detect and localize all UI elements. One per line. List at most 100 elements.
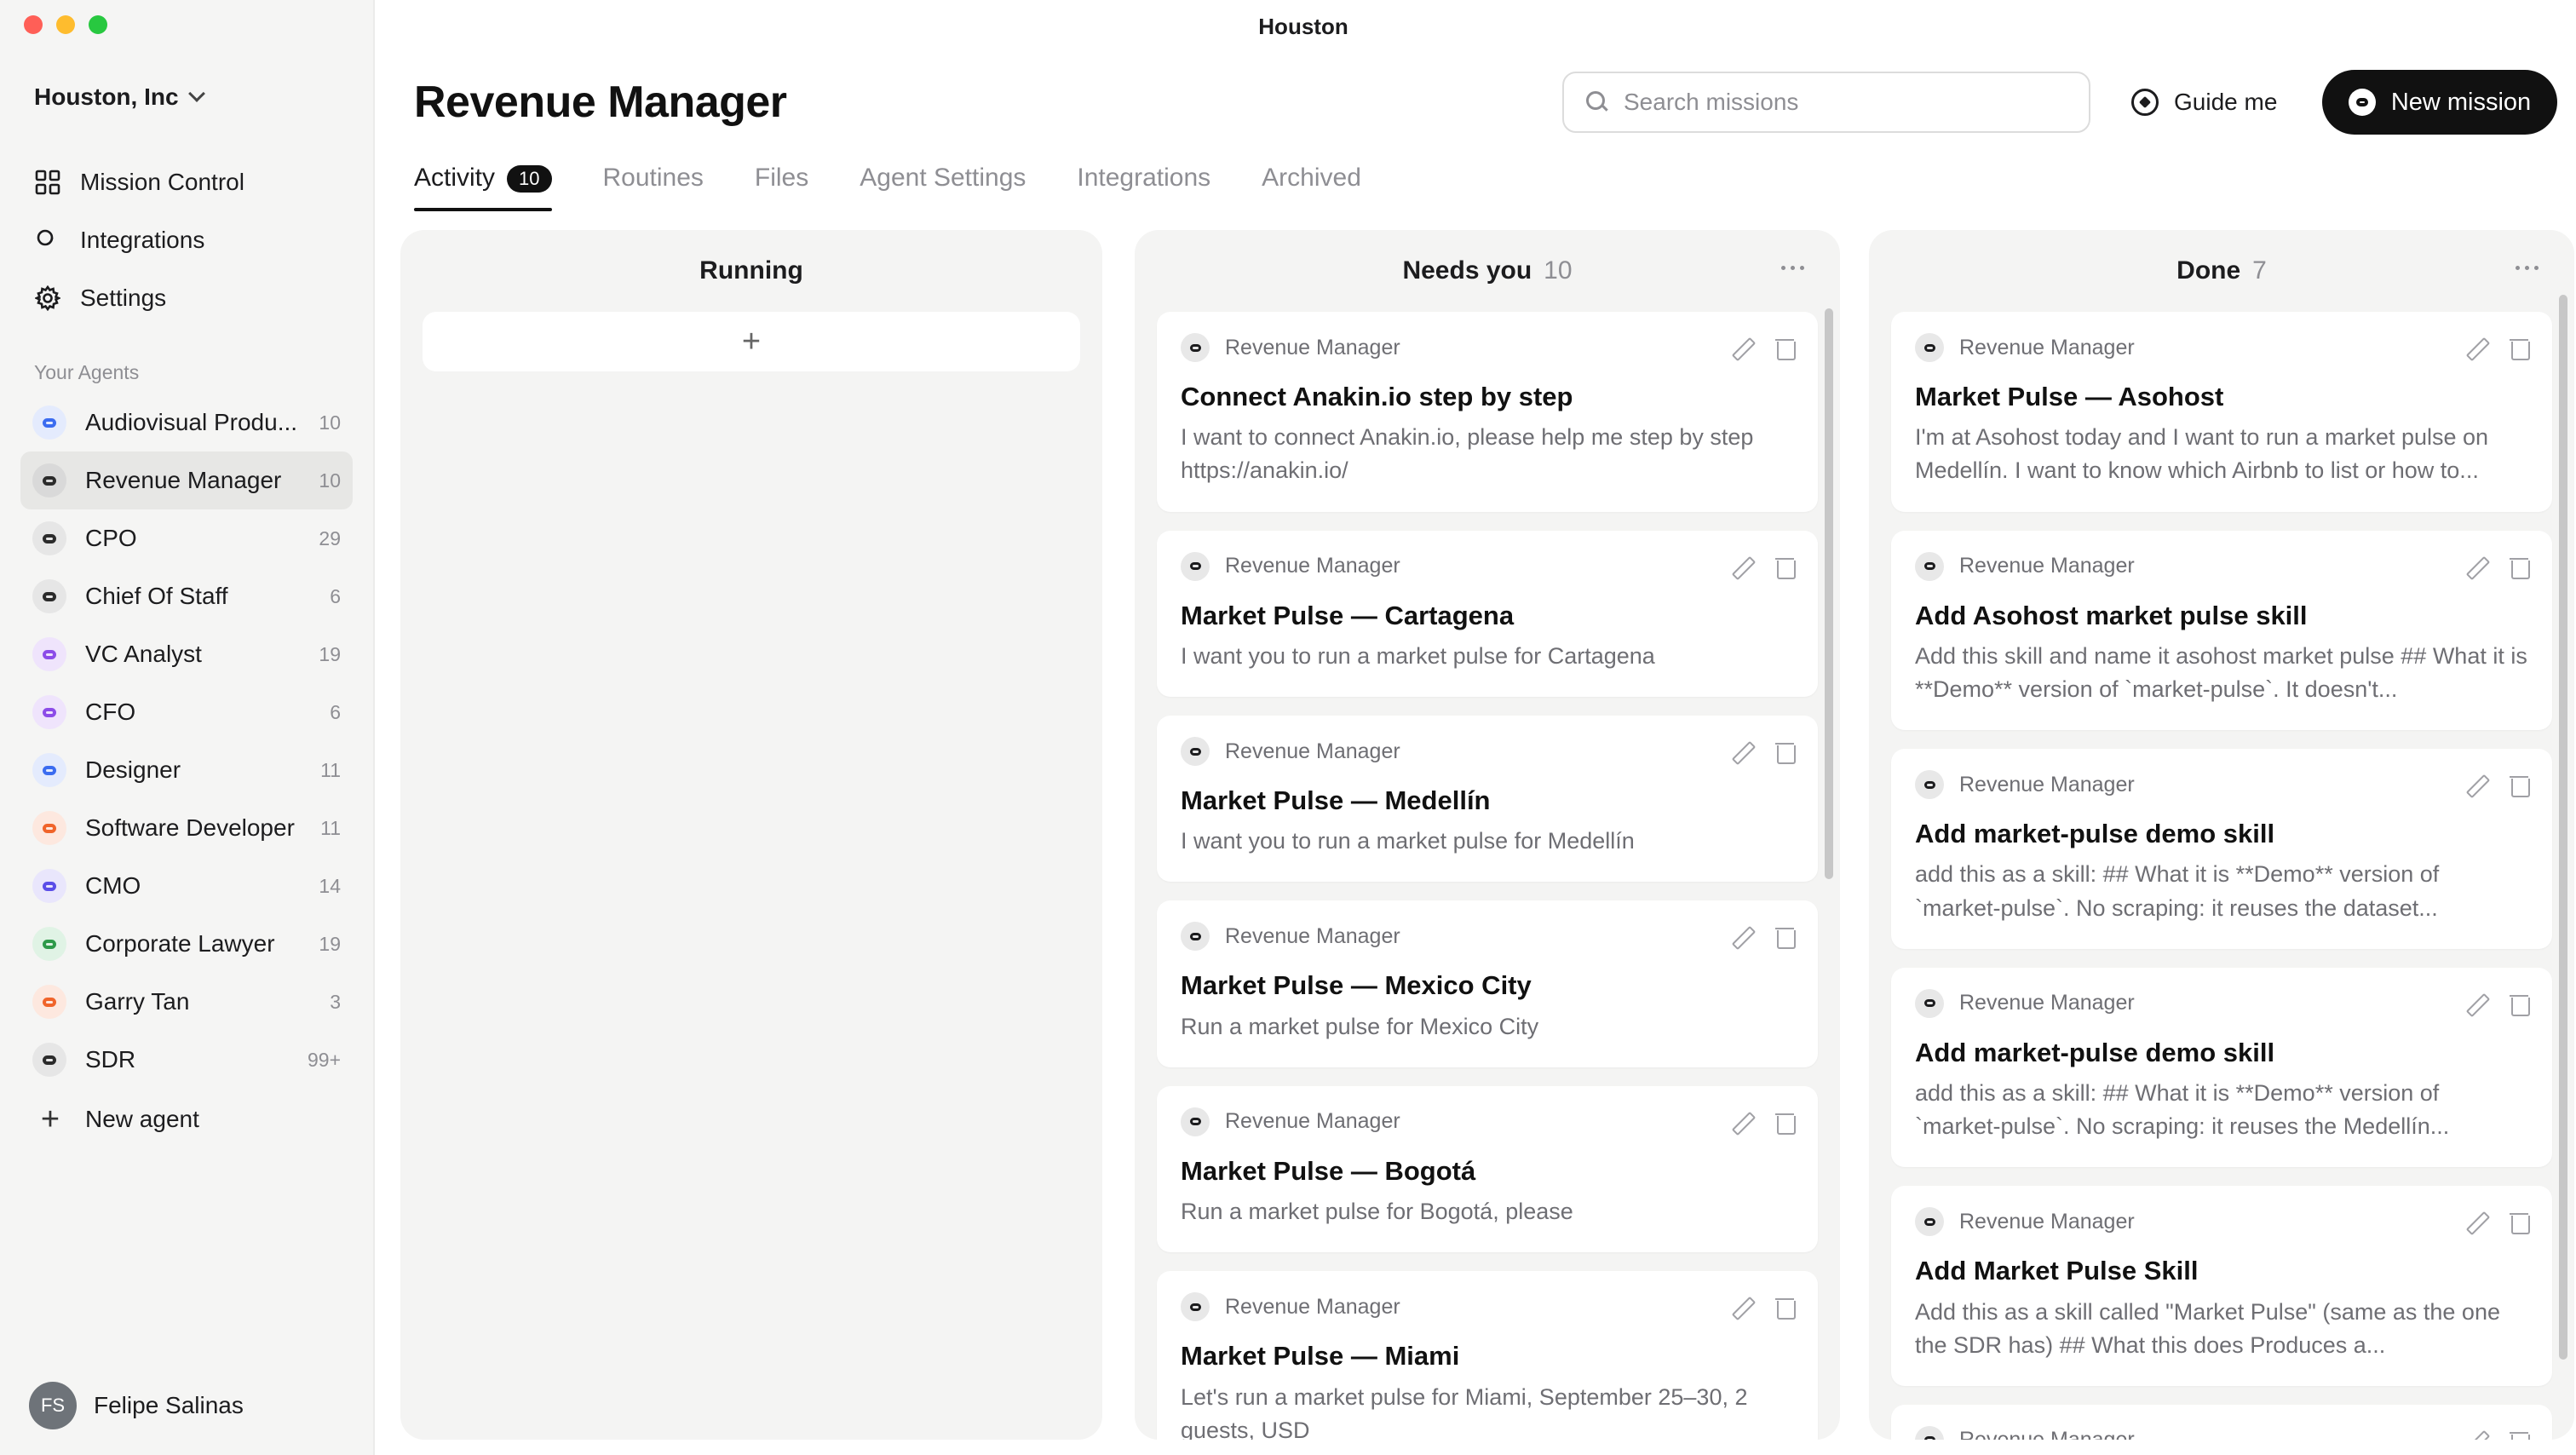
trash-icon[interactable] xyxy=(2510,1211,2530,1235)
trash-icon[interactable] xyxy=(2510,555,2530,579)
edit-icon[interactable] xyxy=(2465,336,2487,359)
mission-card[interactable]: Revenue Manager Add Asohost market pulse … xyxy=(1891,530,2552,731)
tab-integrations[interactable]: Integrations xyxy=(1077,164,1210,211)
agent-item[interactable]: VC Analyst 19 xyxy=(20,625,353,683)
card-description: Add this skill and name it asohost marke… xyxy=(1915,642,2527,703)
trash-icon[interactable] xyxy=(1775,336,1796,360)
card-title: Market Pulse — Bogotá xyxy=(1181,1155,1476,1186)
edit-icon[interactable] xyxy=(2465,774,2487,796)
agent-item[interactable]: CFO 6 xyxy=(20,683,353,741)
mission-card[interactable]: Revenue Manager Market Pulse — Mexico Cit… xyxy=(1157,900,1818,1067)
edit-icon[interactable] xyxy=(2465,1429,2487,1440)
search-input[interactable] xyxy=(1624,89,2067,116)
agent-item[interactable]: SDR 99+ xyxy=(20,1031,353,1089)
edit-icon[interactable] xyxy=(1731,1296,1753,1318)
agent-name: Designer xyxy=(85,756,181,783)
agent-name: CFO xyxy=(85,699,136,725)
column-count: 7 xyxy=(2252,256,2267,285)
tab-archived[interactable]: Archived xyxy=(1262,164,1361,211)
minimize-window-button[interactable] xyxy=(56,15,75,34)
search-box[interactable] xyxy=(1562,72,2090,133)
mission-card[interactable]: Revenue Manager xyxy=(1891,1404,2552,1440)
main-nav: Mission Control Integrations Settings xyxy=(20,153,353,327)
card-agent-name: Revenue Manager xyxy=(1959,772,2135,797)
agent-icon xyxy=(1915,1425,1944,1440)
tab-routines[interactable]: Routines xyxy=(603,164,704,211)
edit-icon[interactable] xyxy=(1731,336,1753,359)
trash-icon[interactable] xyxy=(1775,740,1796,765)
user-profile[interactable]: FS Felipe Salinas xyxy=(29,1382,244,1429)
add-mission-button[interactable]: + xyxy=(423,312,1080,371)
guide-me-button[interactable]: Guide me xyxy=(2118,72,2291,133)
card-agent-name: Revenue Manager xyxy=(1959,1209,2135,1234)
new-mission-button[interactable]: New mission xyxy=(2322,70,2557,135)
edit-icon[interactable] xyxy=(2465,555,2487,578)
nav-item-settings[interactable]: Settings xyxy=(20,269,353,327)
agent-item[interactable]: Chief Of Staff 6 xyxy=(20,567,353,625)
edit-icon[interactable] xyxy=(1731,555,1753,578)
mission-card[interactable]: Revenue Manager Market Pulse — Asohost I'm… xyxy=(1891,312,2552,512)
mission-card[interactable]: Revenue Manager Market Pulse — Bogotá Run … xyxy=(1157,1085,1818,1253)
agent-icon xyxy=(1915,1207,1944,1237)
agents-section-label: Your Agents xyxy=(34,361,140,383)
edit-icon[interactable] xyxy=(1731,925,1753,947)
agent-icon xyxy=(32,1043,66,1077)
tab-activity[interactable]: Activity 10 xyxy=(414,164,552,211)
scrollbar[interactable] xyxy=(2559,295,2567,1360)
scrollbar[interactable] xyxy=(1825,308,1833,879)
trash-icon[interactable] xyxy=(1775,925,1796,950)
more-options-icon[interactable] xyxy=(2516,266,2539,270)
agent-item[interactable]: Software Developer 11 xyxy=(20,799,353,857)
close-window-button[interactable] xyxy=(24,15,43,34)
column-title: Needs you xyxy=(1402,256,1532,285)
tab-agent-settings[interactable]: Agent Settings xyxy=(860,164,1026,211)
mission-card[interactable]: Revenue Manager Market Pulse — Miami Let's… xyxy=(1157,1271,1818,1440)
edit-icon[interactable] xyxy=(2465,1211,2487,1233)
tab-files[interactable]: Files xyxy=(755,164,808,211)
trash-icon[interactable] xyxy=(2510,774,2530,798)
card-meta: Revenue Manager xyxy=(1181,1107,1796,1137)
card-meta: Revenue Manager xyxy=(1915,769,2530,800)
card-agent-name: Revenue Manager xyxy=(1225,1294,1400,1319)
trash-icon[interactable] xyxy=(1775,1296,1796,1320)
workspace-switcher[interactable]: Houston, Inc xyxy=(34,83,205,111)
agent-name: Software Developer xyxy=(85,814,295,841)
edit-icon[interactable] xyxy=(2465,992,2487,1015)
agent-count: 99+ xyxy=(307,1048,341,1071)
zoom-window-button[interactable] xyxy=(89,15,107,34)
new-agent-button[interactable]: + New agent xyxy=(20,1089,353,1150)
mission-card[interactable]: Revenue Manager Market Pulse — Cartagena I… xyxy=(1157,530,1818,698)
agent-item[interactable]: Garry Tan 3 xyxy=(20,973,353,1031)
mission-card[interactable]: Revenue Manager Market Pulse — Medellín I … xyxy=(1157,716,1818,883)
mission-card[interactable]: Revenue Manager Add Market Pulse Skill Add… xyxy=(1891,1186,2552,1386)
column-running: Running + xyxy=(400,230,1102,1440)
mission-card[interactable]: Revenue Manager Add market-pulse demo ski… xyxy=(1891,749,2552,949)
agent-item[interactable]: Revenue Manager 10 xyxy=(20,451,353,509)
edit-icon[interactable] xyxy=(1731,1111,1753,1133)
agent-item[interactable]: CMO 14 xyxy=(20,857,353,915)
card-title: Market Pulse — Mexico City xyxy=(1181,970,1532,1001)
card-agent-name: Revenue Manager xyxy=(1225,739,1400,763)
card-description: I'm at Asohost today and I want to run a… xyxy=(1915,424,2489,484)
trash-icon[interactable] xyxy=(1775,1111,1796,1135)
trash-icon[interactable] xyxy=(2510,336,2530,360)
edit-icon[interactable] xyxy=(1731,740,1753,762)
agent-item[interactable]: Designer 11 xyxy=(20,741,353,799)
agent-list: Audiovisual Produ... 10 Revenue Manager 10 C… xyxy=(20,394,353,1150)
agent-name: Chief Of Staff xyxy=(85,583,228,609)
nav-item-integrations[interactable]: Integrations xyxy=(20,211,353,269)
gear-icon xyxy=(34,285,61,312)
agent-item[interactable]: CPO 29 xyxy=(20,509,353,567)
trash-icon[interactable] xyxy=(2510,1429,2530,1440)
trash-icon[interactable] xyxy=(2510,992,2530,1016)
tab-label: Agent Settings xyxy=(860,164,1026,192)
trash-icon[interactable] xyxy=(1775,555,1796,579)
agent-icon xyxy=(32,811,66,845)
more-options-icon[interactable] xyxy=(1781,266,1804,270)
agent-item[interactable]: Audiovisual Produ... 10 xyxy=(20,394,353,451)
new-mission-label: New mission xyxy=(2390,88,2532,116)
nav-item-mission-control[interactable]: Mission Control xyxy=(20,153,353,211)
mission-card[interactable]: Revenue Manager Add market-pulse demo ski… xyxy=(1891,967,2552,1168)
mission-card[interactable]: Revenue Manager Connect Anakin.io step by… xyxy=(1157,312,1818,512)
agent-item[interactable]: Corporate Lawyer 19 xyxy=(20,915,353,973)
